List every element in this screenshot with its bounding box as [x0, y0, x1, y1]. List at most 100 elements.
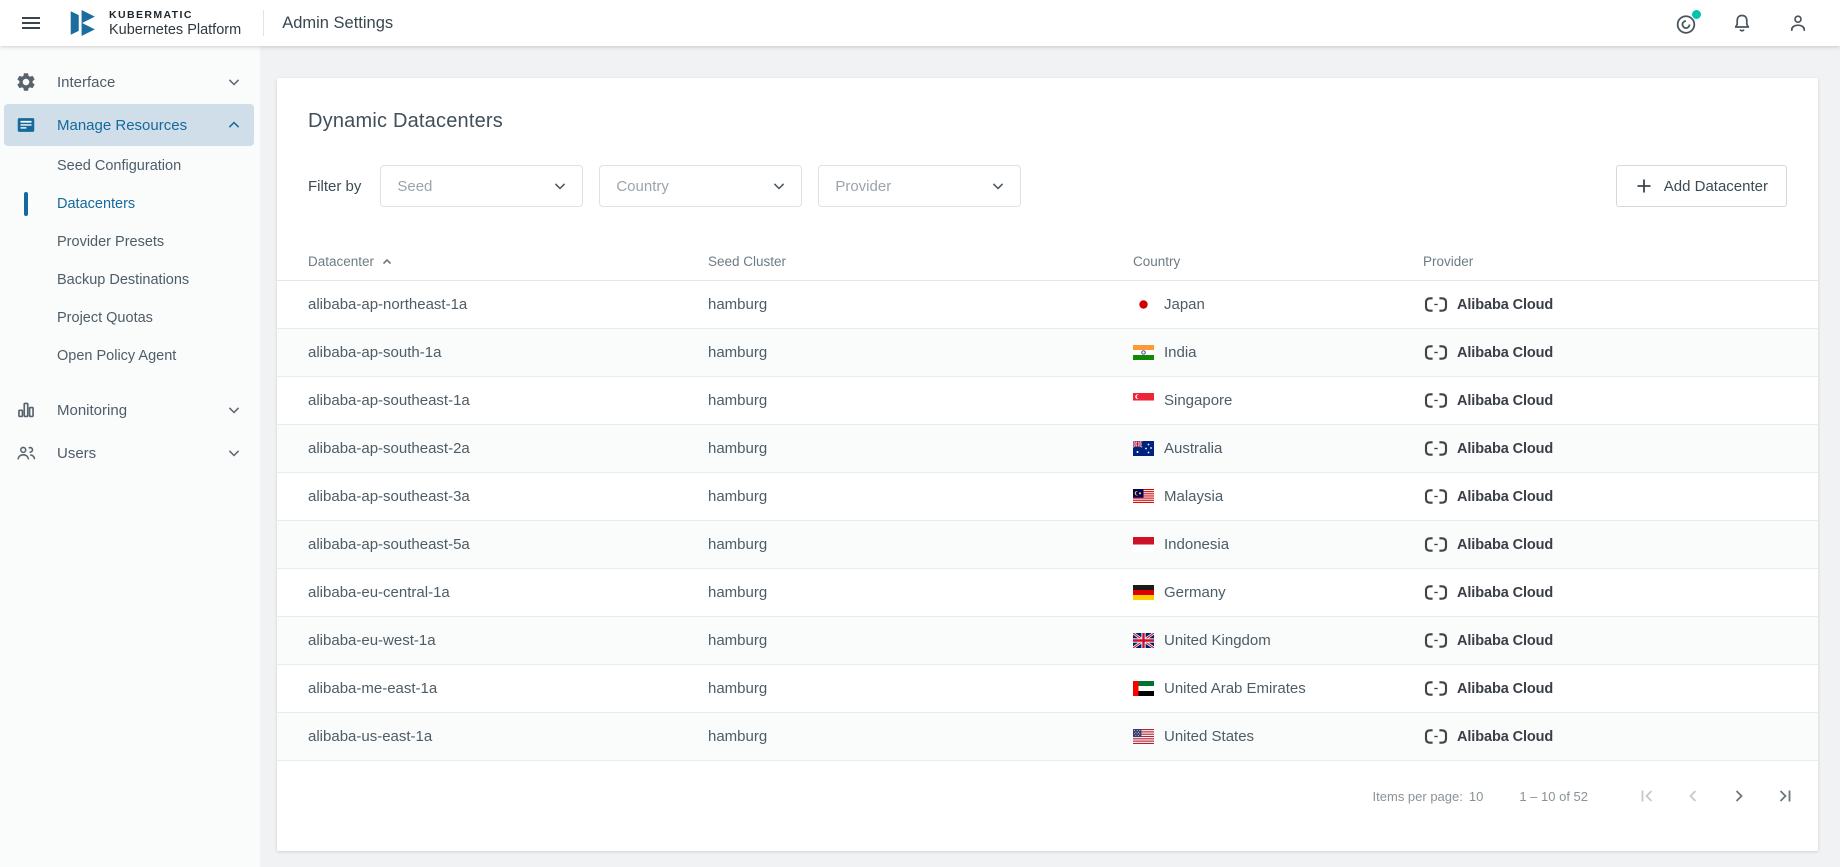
- sidebar-item-monitoring[interactable]: Monitoring: [4, 389, 254, 431]
- card-title: Dynamic Datacenters: [308, 110, 1787, 133]
- main-content: Dynamic Datacenters Filter by Seed Count…: [260, 46, 1840, 867]
- chevron-down-icon: [550, 176, 570, 196]
- table-row[interactable]: alibaba-ap-southeast-2a hamburg Australi…: [277, 425, 1818, 473]
- flag-sg-icon: [1133, 393, 1154, 408]
- flag-au-icon: [1133, 441, 1154, 456]
- sidebar-item-provider-presets[interactable]: Provider Presets: [0, 223, 260, 261]
- table-row[interactable]: alibaba-ap-southeast-5a hamburg Indonesi…: [277, 521, 1818, 569]
- chevron-down-icon: [988, 176, 1008, 196]
- datacenter-cell: alibaba-ap-southeast-1a: [277, 392, 708, 409]
- sidebar-item-interface[interactable]: Interface: [4, 61, 254, 103]
- table-row[interactable]: alibaba-ap-southeast-3a hamburg Malaysia…: [277, 473, 1818, 521]
- table-row[interactable]: alibaba-ap-northeast-1a hamburg Japan Al…: [277, 281, 1818, 329]
- notification-dot: [1691, 9, 1702, 20]
- filter-selects: Seed Country Provider: [380, 165, 1037, 207]
- changelog-icon[interactable]: [1672, 9, 1700, 37]
- provider-cell: Alibaba Cloud: [1423, 728, 1818, 745]
- table-row[interactable]: alibaba-me-east-1a hamburg United Arab E…: [277, 665, 1818, 713]
- next-page-icon[interactable]: [1724, 781, 1754, 811]
- table-row[interactable]: alibaba-us-east-1a hamburg United States…: [277, 713, 1818, 761]
- seed-cluster-cell: hamburg: [708, 584, 1133, 601]
- sidebar-item-seed-configuration[interactable]: Seed Configuration: [0, 147, 260, 185]
- seed-cluster-cell: hamburg: [708, 344, 1133, 361]
- seed-filter-select[interactable]: Seed: [380, 165, 583, 207]
- table-row[interactable]: alibaba-ap-south-1a hamburg India Alibab…: [277, 329, 1818, 377]
- pagination: Items per page: 10 1 – 10 of 52: [277, 761, 1818, 811]
- pagination-range: 1 – 10 of 52: [1519, 789, 1588, 804]
- sidebar-item-datacenters[interactable]: Datacenters: [0, 185, 260, 223]
- datacenter-cell: alibaba-ap-south-1a: [277, 344, 708, 361]
- seed-cluster-cell: hamburg: [708, 632, 1133, 649]
- table-body: alibaba-ap-northeast-1a hamburg Japan Al…: [277, 281, 1818, 761]
- alibaba-cloud-icon: [1423, 632, 1449, 649]
- kubermatic-logo[interactable]: KUBERMATIC Kubernetes Platform: [66, 6, 241, 40]
- sidebar: Interface Manage Resources Seed Configur…: [0, 46, 260, 867]
- alibaba-cloud-icon: [1423, 440, 1449, 457]
- datacenters-table: Datacenter Seed Cluster Country Provider…: [277, 243, 1818, 761]
- provider-cell: Alibaba Cloud: [1423, 536, 1818, 553]
- datacenter-cell: alibaba-eu-west-1a: [277, 632, 708, 649]
- menu-icon[interactable]: [12, 4, 50, 42]
- column-header-seed-cluster[interactable]: Seed Cluster: [708, 254, 1133, 269]
- alibaba-cloud-icon: [1423, 296, 1449, 313]
- provider-cell: Alibaba Cloud: [1423, 584, 1818, 601]
- first-page-icon: [1632, 781, 1662, 811]
- table-row[interactable]: alibaba-eu-central-1a hamburg Germany Al…: [277, 569, 1818, 617]
- sidebar-item-users[interactable]: Users: [4, 432, 254, 474]
- provider-filter-select[interactable]: Provider: [818, 165, 1021, 207]
- sidebar-item-project-quotas[interactable]: Project Quotas: [0, 299, 260, 337]
- resources-icon: [14, 114, 38, 136]
- table-row[interactable]: alibaba-ap-southeast-1a hamburg Singapor…: [277, 377, 1818, 425]
- table-row[interactable]: alibaba-eu-west-1a hamburg United Kingdo…: [277, 617, 1818, 665]
- column-header-datacenter[interactable]: Datacenter: [277, 254, 708, 269]
- datacenter-cell: alibaba-us-east-1a: [277, 728, 708, 745]
- sidebar-item-manage-resources[interactable]: Manage Resources: [4, 104, 254, 146]
- chevron-down-icon: [224, 72, 244, 92]
- datacenters-card: Dynamic Datacenters Filter by Seed Count…: [277, 78, 1818, 851]
- country-cell: India: [1133, 344, 1423, 361]
- monitoring-icon: [14, 399, 38, 421]
- country-filter-select[interactable]: Country: [599, 165, 802, 207]
- previous-page-icon: [1678, 781, 1708, 811]
- filter-by-label: Filter by: [308, 178, 361, 195]
- alibaba-cloud-icon: [1423, 728, 1449, 745]
- datacenter-cell: alibaba-me-east-1a: [277, 680, 708, 697]
- users-icon: [14, 442, 38, 464]
- items-per-page-value[interactable]: 10: [1469, 789, 1483, 804]
- provider-cell: Alibaba Cloud: [1423, 488, 1818, 505]
- seed-cluster-cell: hamburg: [708, 728, 1133, 745]
- chevron-up-icon: [224, 115, 244, 135]
- items-per-page-label: Items per page:: [1373, 789, 1463, 804]
- country-cell: Japan: [1133, 296, 1423, 313]
- datacenter-cell: alibaba-eu-central-1a: [277, 584, 708, 601]
- country-cell: United Arab Emirates: [1133, 680, 1423, 697]
- plus-icon: [1635, 177, 1653, 195]
- gear-icon: [14, 71, 38, 93]
- provider-cell: Alibaba Cloud: [1423, 344, 1818, 361]
- seed-cluster-cell: hamburg: [708, 488, 1133, 505]
- page-title: Admin Settings: [282, 14, 393, 33]
- country-cell: United Kingdom: [1133, 632, 1423, 649]
- column-header-provider[interactable]: Provider: [1423, 254, 1818, 269]
- add-datacenter-button[interactable]: Add Datacenter: [1616, 165, 1787, 207]
- flag-my-icon: [1133, 489, 1154, 504]
- flag-us-icon: [1133, 729, 1154, 744]
- alibaba-cloud-icon: [1423, 584, 1449, 601]
- user-icon[interactable]: [1784, 9, 1812, 37]
- sidebar-item-backup-destinations[interactable]: Backup Destinations: [0, 261, 260, 299]
- notifications-icon[interactable]: [1728, 9, 1756, 37]
- chevron-down-icon: [224, 400, 244, 420]
- seed-cluster-cell: hamburg: [708, 680, 1133, 697]
- last-page-icon[interactable]: [1770, 781, 1800, 811]
- flag-in-icon: [1133, 345, 1154, 360]
- sidebar-item-open-policy-agent[interactable]: Open Policy Agent: [0, 337, 260, 375]
- column-header-country[interactable]: Country: [1133, 254, 1423, 269]
- country-cell: Germany: [1133, 584, 1423, 601]
- pagination-buttons: [1632, 781, 1800, 811]
- country-cell: Indonesia: [1133, 536, 1423, 553]
- provider-cell: Alibaba Cloud: [1423, 632, 1818, 649]
- seed-cluster-cell: hamburg: [708, 536, 1133, 553]
- country-cell: Australia: [1133, 440, 1423, 457]
- chevron-down-icon: [224, 443, 244, 463]
- topbar: KUBERMATIC Kubernetes Platform Admin Set…: [0, 0, 1840, 46]
